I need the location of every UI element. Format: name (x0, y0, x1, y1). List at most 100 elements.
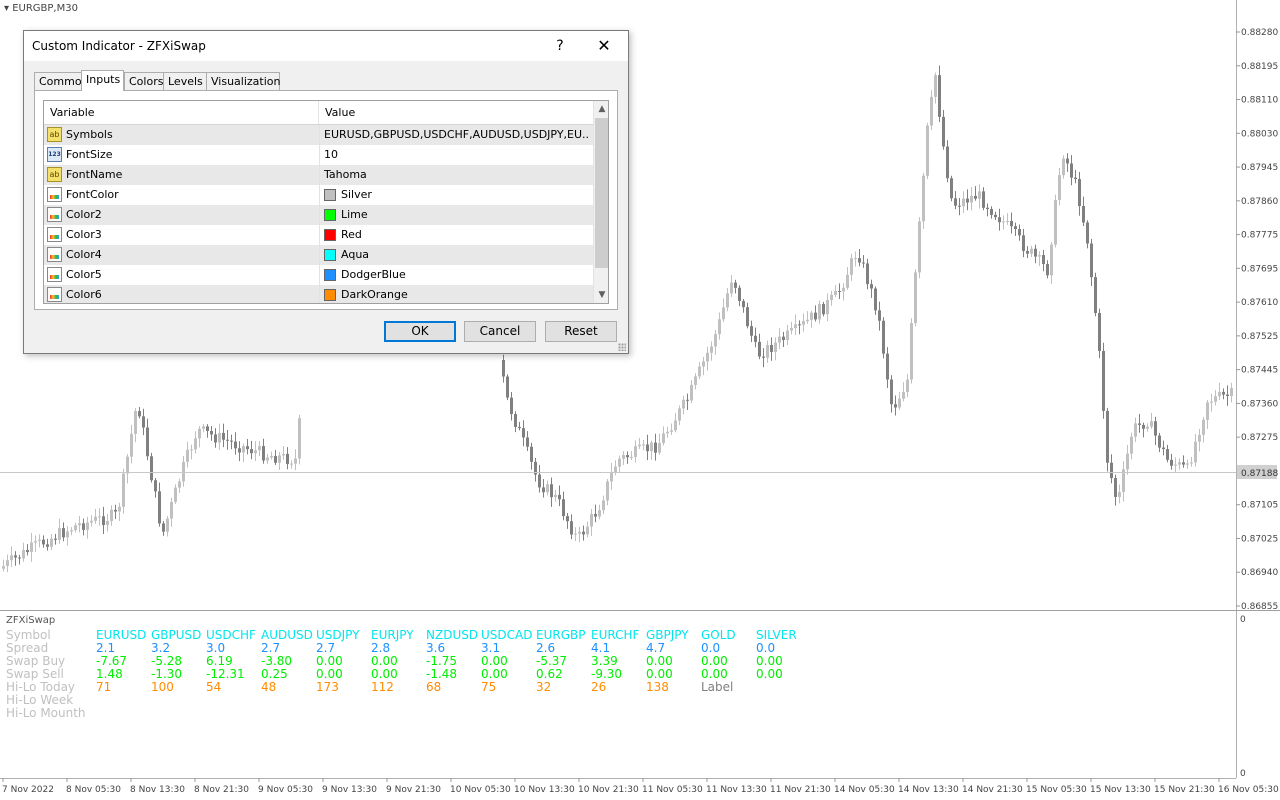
input-row-fontcolor[interactable]: FontColor Silver (44, 185, 593, 205)
candle-body (1034, 248, 1037, 257)
candle-body (718, 319, 721, 335)
help-button[interactable]: ? (538, 31, 582, 61)
candle-body (74, 525, 77, 531)
color-swatch[interactable] (324, 189, 336, 201)
time-tick-label: 8 Nov 21:30 (194, 785, 249, 795)
candle-body (70, 530, 73, 532)
tab-common[interactable]: Common (34, 72, 89, 90)
input-value[interactable]: Lime (341, 205, 606, 225)
input-row-color4[interactable]: Color4 Aqua (44, 245, 593, 265)
candle-body (886, 353, 889, 380)
input-value[interactable]: 10 (324, 145, 589, 165)
close-icon[interactable]: ✕ (582, 31, 626, 61)
input-value[interactable]: Tahoma (324, 165, 589, 185)
candle-body (598, 510, 601, 517)
time-tick-label: 9 Nov 21:30 (386, 785, 441, 795)
column-divider (319, 145, 320, 165)
candle-body (714, 334, 717, 347)
ok-button[interactable]: OK (384, 321, 456, 342)
input-value[interactable]: Red (341, 225, 606, 245)
candle-body (286, 453, 289, 465)
input-value[interactable]: Aqua (341, 245, 606, 265)
candle-body (38, 539, 41, 541)
input-value[interactable]: EURUSD,GBPUSD,USDCHF,AUDUSD,USDJPY,EU... (324, 125, 589, 145)
color-swatch[interactable] (324, 289, 336, 301)
reset-button[interactable]: Reset (545, 321, 617, 342)
scroll-down-icon[interactable]: ▼ (594, 287, 608, 303)
input-value[interactable]: Silver (341, 185, 606, 205)
bid-price-label: 0.87188 (1241, 469, 1278, 479)
candle-body (1222, 391, 1225, 395)
input-row-fontname[interactable]: ab FontName Tahoma (44, 165, 593, 185)
input-row-color2[interactable]: Color2 Lime (44, 205, 593, 225)
candle-body (1062, 158, 1065, 176)
price-tick-label: 0.87775 (1241, 231, 1278, 241)
candle-body (778, 336, 781, 343)
candle-body (1186, 463, 1189, 465)
tab-levels[interactable]: Levels (163, 72, 207, 90)
input-value[interactable]: DarkOrange (341, 285, 606, 303)
candle-body (946, 146, 949, 179)
input-row-fontsize[interactable]: 123 FontSize 10 (44, 145, 593, 165)
candle-body (694, 376, 697, 385)
candle-body (1018, 229, 1021, 236)
input-row-color6[interactable]: Color6 DarkOrange (44, 285, 593, 303)
tab-visualization[interactable]: Visualization (206, 72, 280, 90)
candle-body (1110, 462, 1113, 479)
price-tick-label: 0.87860 (1241, 197, 1278, 207)
vertical-scrollbar[interactable]: ▲ ▼ (593, 101, 608, 303)
price-tick-label: 0.87695 (1241, 264, 1278, 274)
candle-body (798, 324, 801, 326)
integer-param-icon: 123 (47, 147, 62, 162)
candle-body (166, 518, 169, 532)
cancel-button[interactable]: Cancel (464, 321, 536, 342)
resize-grip-icon[interactable] (618, 343, 626, 351)
candle-body (770, 344, 773, 352)
input-row-symbols[interactable]: ab Symbols EURUSD,GBPUSD,USDCHF,AUDUSD,USD… (44, 125, 593, 145)
candle-body (210, 431, 213, 435)
input-name: Color4 (66, 248, 102, 261)
chart-symbol-label[interactable]: ▾ EURGBP,M30 (4, 3, 78, 14)
candle-body (706, 352, 709, 362)
scroll-up-icon[interactable]: ▲ (594, 101, 608, 117)
candle-body (942, 116, 945, 147)
color-swatch[interactable] (324, 269, 336, 281)
candle-body (786, 330, 789, 341)
candle-body (18, 557, 21, 559)
candle-body (1074, 177, 1077, 180)
hilo-today-cell: 48 (261, 680, 277, 694)
time-tick-label: 15 Nov 05:30 (1026, 785, 1087, 795)
color-param-icon (47, 227, 62, 242)
scroll-thumb[interactable] (595, 118, 608, 268)
candle-body (578, 531, 581, 534)
candle-body (1214, 396, 1217, 402)
color-swatch[interactable] (324, 209, 336, 221)
input-row-color5[interactable]: Color5 DodgerBlue (44, 265, 593, 285)
candle-body (1154, 421, 1157, 436)
column-divider (319, 125, 320, 145)
candle-body (1090, 243, 1093, 278)
chart-menu-triangle-icon[interactable]: ▾ (4, 3, 12, 14)
candle-body (94, 516, 97, 521)
time-tick-label: 14 Nov 21:30 (962, 785, 1023, 795)
candle-body (862, 262, 865, 264)
tab-colors[interactable]: Colors (124, 72, 164, 90)
input-row-color3[interactable]: Color3 Red (44, 225, 593, 245)
candle-body (538, 474, 541, 488)
dialog-titlebar[interactable]: Custom Indicator - ZFXiSwap ? ✕ (24, 31, 628, 61)
tab-inputs[interactable]: Inputs (81, 70, 124, 91)
candle-body (278, 455, 281, 463)
column-header-variable[interactable]: Variable (44, 101, 319, 124)
candle-body (554, 494, 557, 498)
candle-body (1046, 263, 1049, 276)
color-swatch[interactable] (324, 229, 336, 241)
color-swatch[interactable] (324, 249, 336, 261)
time-tick-label: 11 Nov 13:30 (706, 785, 767, 795)
candle-body (726, 293, 729, 308)
input-value[interactable]: DodgerBlue (341, 265, 606, 285)
candle-body (1098, 312, 1101, 351)
candle-body (222, 432, 225, 440)
column-header-value[interactable]: Value (319, 101, 593, 124)
candle-body (914, 272, 917, 324)
candle-body (586, 526, 589, 535)
